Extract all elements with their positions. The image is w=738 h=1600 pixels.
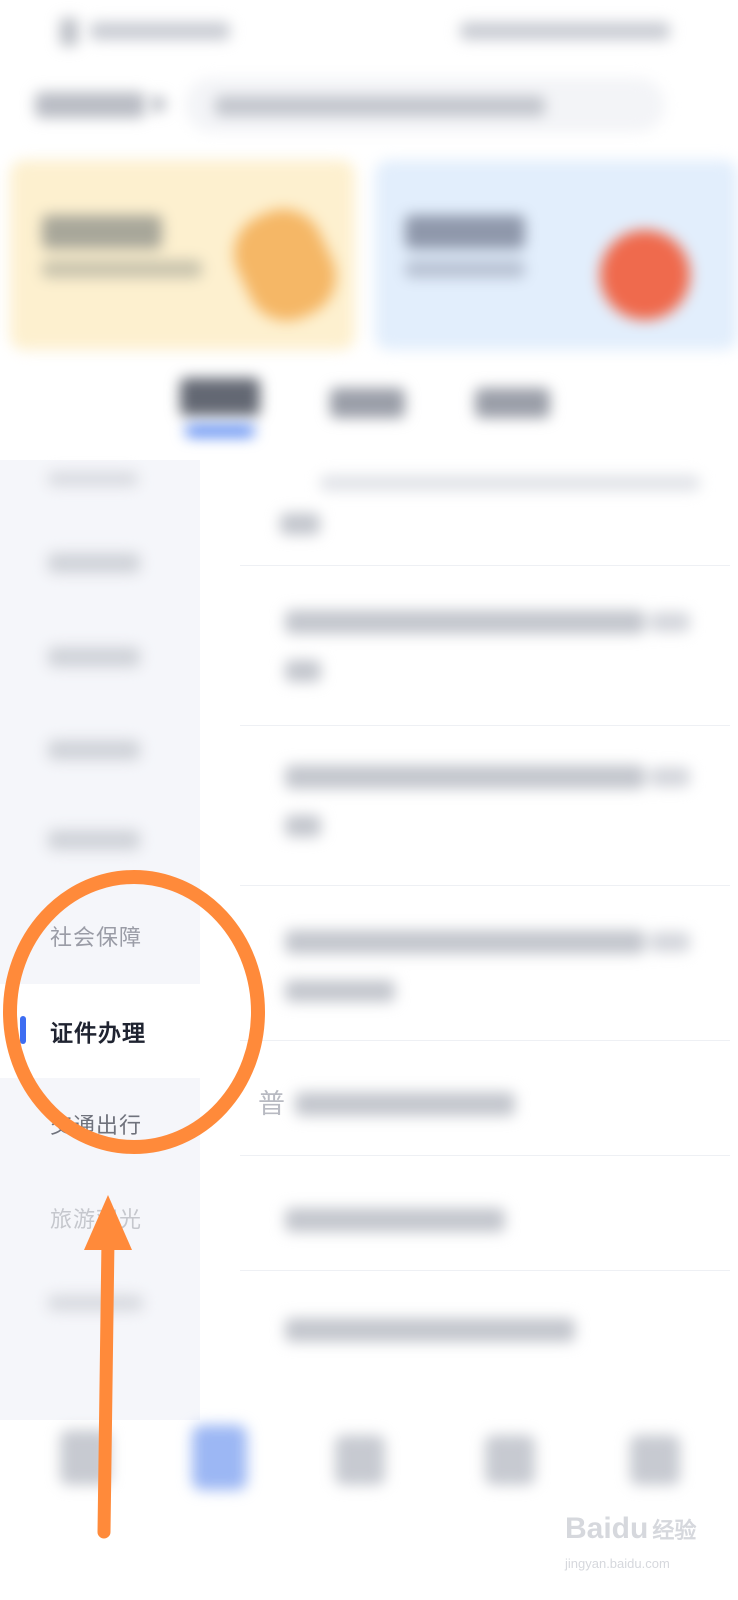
sidebar-item-blurred[interactable]: [48, 1295, 143, 1311]
nav-services[interactable]: [160, 1420, 280, 1530]
divider: [240, 885, 730, 886]
sidebar-item-blurred[interactable]: [48, 740, 140, 760]
sidebar-item-tourism[interactable]: 旅游观光: [0, 1172, 200, 1266]
category-tabs: [0, 370, 738, 460]
list-item[interactable]: [250, 930, 690, 1010]
search-input[interactable]: [185, 78, 665, 132]
services-icon: [192, 1425, 247, 1490]
promo-banner-left[interactable]: [10, 160, 355, 350]
divider: [240, 1155, 730, 1156]
status-text-right: [460, 22, 670, 40]
divider: [240, 1040, 730, 1041]
divider: [240, 1270, 730, 1271]
divider: [240, 725, 730, 726]
sidebar-item-label: 社会保障: [50, 925, 143, 950]
grid-icon: [335, 1435, 385, 1485]
bottom-nav: [0, 1420, 738, 1600]
sidebar-item-label: 交通出行: [50, 1113, 143, 1138]
tab-indicator: [185, 425, 255, 437]
partial-item-text: 普: [258, 1089, 285, 1119]
promo-banner-right[interactable]: [375, 160, 738, 350]
location-selector[interactable]: [35, 92, 145, 118]
home-icon: [60, 1430, 110, 1485]
sidebar-item-transportation[interactable]: 交通出行: [0, 1078, 200, 1172]
sidebar-item-blurred[interactable]: [48, 553, 140, 573]
nav-home[interactable]: [25, 1420, 145, 1530]
list-item[interactable]: [250, 1200, 690, 1240]
sidebar-item-blurred[interactable]: [48, 830, 140, 850]
sidebar-item-social-security[interactable]: 社会保障: [0, 890, 200, 984]
search-placeholder: [215, 96, 545, 116]
profile-icon: [630, 1435, 680, 1485]
service-list: 普: [220, 460, 738, 1420]
tab-3[interactable]: [475, 388, 550, 418]
list-item[interactable]: [250, 610, 690, 690]
banner-title: [405, 215, 525, 249]
banner-illustration: [600, 230, 690, 320]
chevron-down-icon: [150, 96, 166, 112]
message-icon: [485, 1435, 535, 1485]
divider: [240, 565, 730, 566]
nav-item-4[interactable]: [450, 1420, 570, 1530]
app-icon: [60, 18, 78, 46]
category-sidebar: 社会保障 证件办理 交通出行 旅游观光: [0, 460, 200, 1420]
active-indicator: [20, 1016, 26, 1044]
status-bar: [0, 0, 738, 60]
tab-2[interactable]: [330, 388, 405, 418]
nav-profile[interactable]: [595, 1420, 715, 1530]
sidebar-item-label: 证件办理: [50, 1020, 146, 1046]
search-row: [0, 70, 738, 140]
list-item[interactable]: [250, 1310, 690, 1350]
sidebar-item-id-documents[interactable]: 证件办理: [0, 984, 200, 1078]
banner-subtitle: [405, 260, 525, 278]
banner-title: [42, 215, 162, 249]
list-item[interactable]: 普: [250, 1080, 690, 1130]
list-item[interactable]: [250, 475, 700, 535]
banner-subtitle: [42, 260, 202, 278]
sidebar-item-blurred[interactable]: [48, 472, 138, 486]
tab-active[interactable]: [180, 378, 260, 416]
sidebar-item-blurred[interactable]: [48, 647, 140, 667]
banner-illustration: [220, 196, 350, 334]
status-text-left: [90, 22, 230, 40]
sidebar-item-label: 旅游观光: [50, 1207, 143, 1232]
list-item[interactable]: [250, 765, 690, 845]
nav-item-3[interactable]: [300, 1420, 420, 1530]
